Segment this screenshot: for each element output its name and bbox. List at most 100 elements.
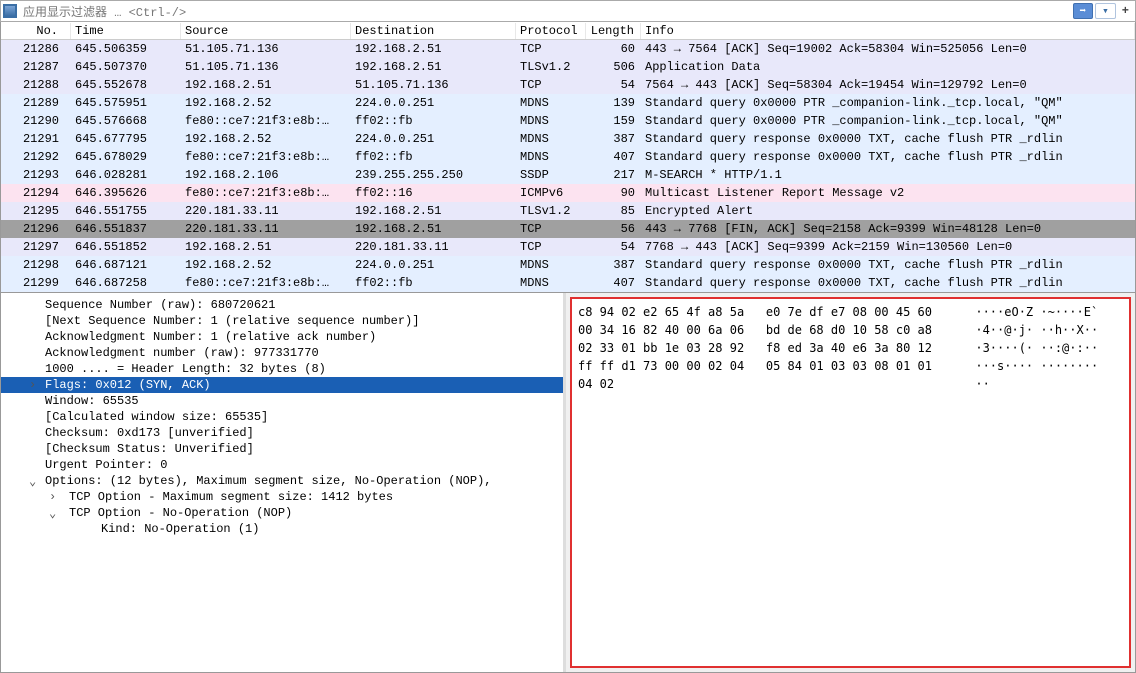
cell-dst: 224.0.0.251: [351, 95, 516, 111]
detail-line[interactable]: ›TCP Option - Maximum segment size: 1412…: [1, 489, 563, 505]
bookmark-icon[interactable]: [3, 4, 17, 18]
cell-no: 21288: [1, 77, 71, 93]
detail-line[interactable]: [Checksum Status: Unverified]: [1, 441, 563, 457]
cell-time: 646.551852: [71, 239, 181, 255]
cell-no: 21289: [1, 95, 71, 111]
cell-dst: 224.0.0.251: [351, 131, 516, 147]
cell-dst: 192.168.2.51: [351, 59, 516, 75]
col-protocol[interactable]: Protocol: [516, 23, 586, 39]
cell-time: 645.678029: [71, 149, 181, 165]
detail-line[interactable]: Sequence Number (raw): 680720621: [1, 297, 563, 313]
expander-icon[interactable]: ›: [49, 490, 56, 504]
table-row[interactable]: 21289645.575951192.168.2.52224.0.0.251MD…: [1, 94, 1135, 112]
detail-text: Urgent Pointer: 0: [45, 458, 167, 472]
detail-line[interactable]: Urgent Pointer: 0: [1, 457, 563, 473]
cell-src: 192.168.2.106: [181, 167, 351, 183]
table-row[interactable]: 21293646.028281192.168.2.106239.255.255.…: [1, 166, 1135, 184]
table-row[interactable]: 21298646.687121192.168.2.52224.0.0.251MD…: [1, 256, 1135, 274]
detail-text: Window: 65535: [45, 394, 139, 408]
table-row[interactable]: 21292645.678029fe80::ce7:21f3:e8b:…ff02:…: [1, 148, 1135, 166]
filter-dropdown-icon[interactable]: ▾: [1095, 3, 1116, 19]
col-info[interactable]: Info: [641, 23, 1135, 39]
table-row[interactable]: 21291645.677795192.168.2.52224.0.0.251MD…: [1, 130, 1135, 148]
detail-line[interactable]: ⌄Options: (12 bytes), Maximum segment si…: [1, 473, 563, 489]
detail-text: [Next Sequence Number: 1 (relative seque…: [45, 314, 419, 328]
cell-no: 21286: [1, 41, 71, 57]
cell-len: 387: [586, 257, 641, 273]
table-row[interactable]: 21299646.687258fe80::ce7:21f3:e8b:…ff02:…: [1, 274, 1135, 292]
cell-src: 220.181.33.11: [181, 221, 351, 237]
cell-info: M-SEARCH * HTTP/1.1: [641, 167, 1135, 183]
detail-line[interactable]: Checksum: 0xd173 [unverified]: [1, 425, 563, 441]
packet-detail-pane[interactable]: Sequence Number (raw): 680720621[Next Se…: [1, 293, 566, 672]
cell-dst: 220.181.33.11: [351, 239, 516, 255]
detail-text: Kind: No-Operation (1): [101, 522, 259, 536]
cell-len: 159: [586, 113, 641, 129]
cell-info: Standard query response 0x0000 TXT, cach…: [641, 149, 1135, 165]
cell-src: 220.181.33.11: [181, 203, 351, 219]
hex-line: c8 94 02 e2 65 4f a8 5a e0 7e df e7 08 0…: [578, 305, 1098, 319]
cell-len: 387: [586, 131, 641, 147]
cell-src: 192.168.2.52: [181, 131, 351, 147]
detail-text: [Calculated window size: 65535]: [45, 410, 268, 424]
cell-src: 192.168.2.51: [181, 239, 351, 255]
col-length[interactable]: Length: [586, 23, 641, 39]
col-destination[interactable]: Destination: [351, 23, 516, 39]
cell-len: 56: [586, 221, 641, 237]
detail-line[interactable]: [Calculated window size: 65535]: [1, 409, 563, 425]
cell-len: 407: [586, 275, 641, 291]
expander-icon[interactable]: ›: [29, 378, 36, 392]
col-source[interactable]: Source: [181, 23, 351, 39]
cell-len: 217: [586, 167, 641, 183]
cell-len: 54: [586, 77, 641, 93]
table-row[interactable]: 21297646.551852192.168.2.51220.181.33.11…: [1, 238, 1135, 256]
table-row[interactable]: 21288645.552678192.168.2.5151.105.71.136…: [1, 76, 1135, 94]
detail-line[interactable]: 1000 .... = Header Length: 32 bytes (8): [1, 361, 563, 377]
cell-src: fe80::ce7:21f3:e8b:…: [181, 149, 351, 165]
cell-proto: MDNS: [516, 275, 586, 291]
cell-dst: 192.168.2.51: [351, 41, 516, 57]
filter-bar[interactable]: 应用显示过滤器 … <Ctrl-/> ➡ ▾ +: [0, 0, 1136, 22]
cell-info: 443 → 7564 [ACK] Seq=19002 Ack=58304 Win…: [641, 41, 1135, 57]
col-time[interactable]: Time: [71, 23, 181, 39]
cell-proto: TCP: [516, 77, 586, 93]
cell-info: Standard query 0x0000 PTR _companion-lin…: [641, 113, 1135, 129]
cell-src: 192.168.2.51: [181, 77, 351, 93]
detail-line[interactable]: ›Flags: 0x012 (SYN, ACK): [1, 377, 563, 393]
cell-len: 85: [586, 203, 641, 219]
table-row[interactable]: 21295646.551755220.181.33.11192.168.2.51…: [1, 202, 1135, 220]
add-filter-button[interactable]: +: [1118, 4, 1133, 18]
detail-line[interactable]: Kind: No-Operation (1): [1, 521, 563, 537]
expander-icon[interactable]: ⌄: [49, 506, 56, 521]
packet-list-header: No. Time Source Destination Protocol Len…: [1, 22, 1135, 40]
cell-no: 21299: [1, 275, 71, 291]
cell-no: 21295: [1, 203, 71, 219]
cell-dst: 239.255.255.250: [351, 167, 516, 183]
cell-info: Application Data: [641, 59, 1135, 75]
col-no[interactable]: No.: [1, 23, 71, 39]
table-row[interactable]: 21294646.395626fe80::ce7:21f3:e8b:…ff02:…: [1, 184, 1135, 202]
detail-line[interactable]: ⌄TCP Option - No-Operation (NOP): [1, 505, 563, 521]
detail-line[interactable]: Acknowledgment Number: 1 (relative ack n…: [1, 329, 563, 345]
cell-time: 645.552678: [71, 77, 181, 93]
cell-dst: 51.105.71.136: [351, 77, 516, 93]
apply-filter-button[interactable]: ➡: [1073, 3, 1094, 19]
hex-dump-pane[interactable]: c8 94 02 e2 65 4f a8 5a e0 7e df e7 08 0…: [570, 297, 1131, 668]
detail-line[interactable]: Window: 65535: [1, 393, 563, 409]
cell-no: 21297: [1, 239, 71, 255]
cell-info: 7564 → 443 [ACK] Seq=58304 Ack=19454 Win…: [641, 77, 1135, 93]
table-row[interactable]: 21287645.50737051.105.71.136192.168.2.51…: [1, 58, 1135, 76]
cell-time: 645.575951: [71, 95, 181, 111]
table-row[interactable]: 21286645.50635951.105.71.136192.168.2.51…: [1, 40, 1135, 58]
cell-time: 645.576668: [71, 113, 181, 129]
detail-line[interactable]: [Next Sequence Number: 1 (relative seque…: [1, 313, 563, 329]
table-row[interactable]: 21296646.551837220.181.33.11192.168.2.51…: [1, 220, 1135, 238]
table-row[interactable]: 21290645.576668fe80::ce7:21f3:e8b:…ff02:…: [1, 112, 1135, 130]
cell-no: 21290: [1, 113, 71, 129]
filter-input[interactable]: 应用显示过滤器 … <Ctrl-/>: [21, 3, 1073, 20]
cell-proto: MDNS: [516, 149, 586, 165]
cell-info: Standard query 0x0000 PTR _companion-lin…: [641, 95, 1135, 111]
detail-line[interactable]: Acknowledgment number (raw): 977331770: [1, 345, 563, 361]
expander-icon[interactable]: ⌄: [29, 474, 36, 489]
detail-text: Acknowledgment number (raw): 977331770: [45, 346, 319, 360]
